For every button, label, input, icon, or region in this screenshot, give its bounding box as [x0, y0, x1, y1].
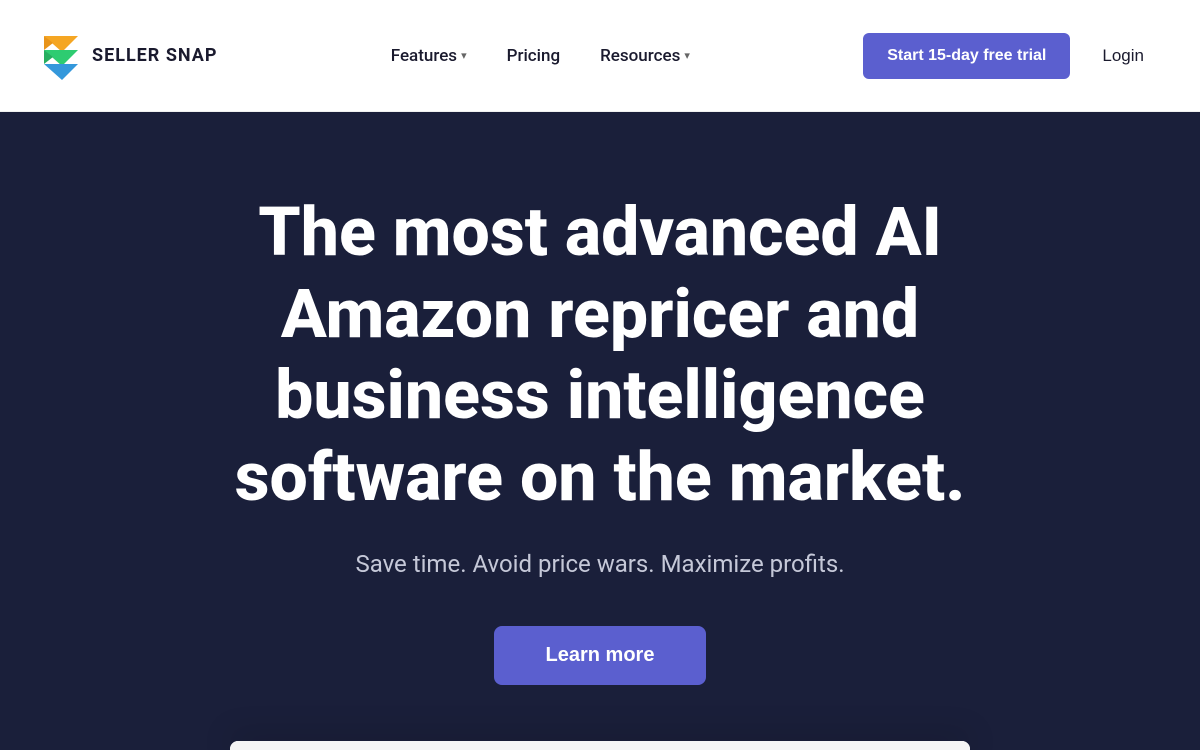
- navbar: SELLER SNAP Features ▾ Pricing Resources…: [0, 0, 1200, 112]
- logo[interactable]: SELLER SNAP: [40, 30, 217, 82]
- start-trial-button[interactable]: Start 15-day free trial: [863, 33, 1070, 79]
- nav-item-pricing[interactable]: Pricing: [491, 38, 577, 74]
- hero-subtitle: Save time. Avoid price wars. Maximize pr…: [355, 550, 844, 578]
- nav-links: Features ▾ Pricing Resources ▾: [375, 38, 706, 74]
- chevron-down-icon: ▾: [684, 49, 690, 62]
- login-button[interactable]: Login: [1086, 38, 1160, 74]
- hero-section: The most advanced AI Amazon repricer and…: [0, 112, 1200, 750]
- nav-item-resources[interactable]: Resources ▾: [584, 38, 706, 74]
- app-preview-bar: SELLER SNAP: [230, 741, 970, 750]
- hero-title: The most advanced AI Amazon repricer and…: [150, 192, 1050, 518]
- nav-right: Start 15-day free trial Login: [863, 33, 1160, 79]
- nav-item-features[interactable]: Features ▾: [375, 38, 483, 74]
- logo-text: SELLER SNAP: [92, 45, 217, 66]
- app-preview: SELLER SNAP Overview Settings Store sett…: [230, 741, 970, 750]
- learn-more-button[interactable]: Learn more: [494, 626, 707, 685]
- chevron-down-icon: ▾: [461, 49, 467, 62]
- logo-icon: [40, 30, 82, 82]
